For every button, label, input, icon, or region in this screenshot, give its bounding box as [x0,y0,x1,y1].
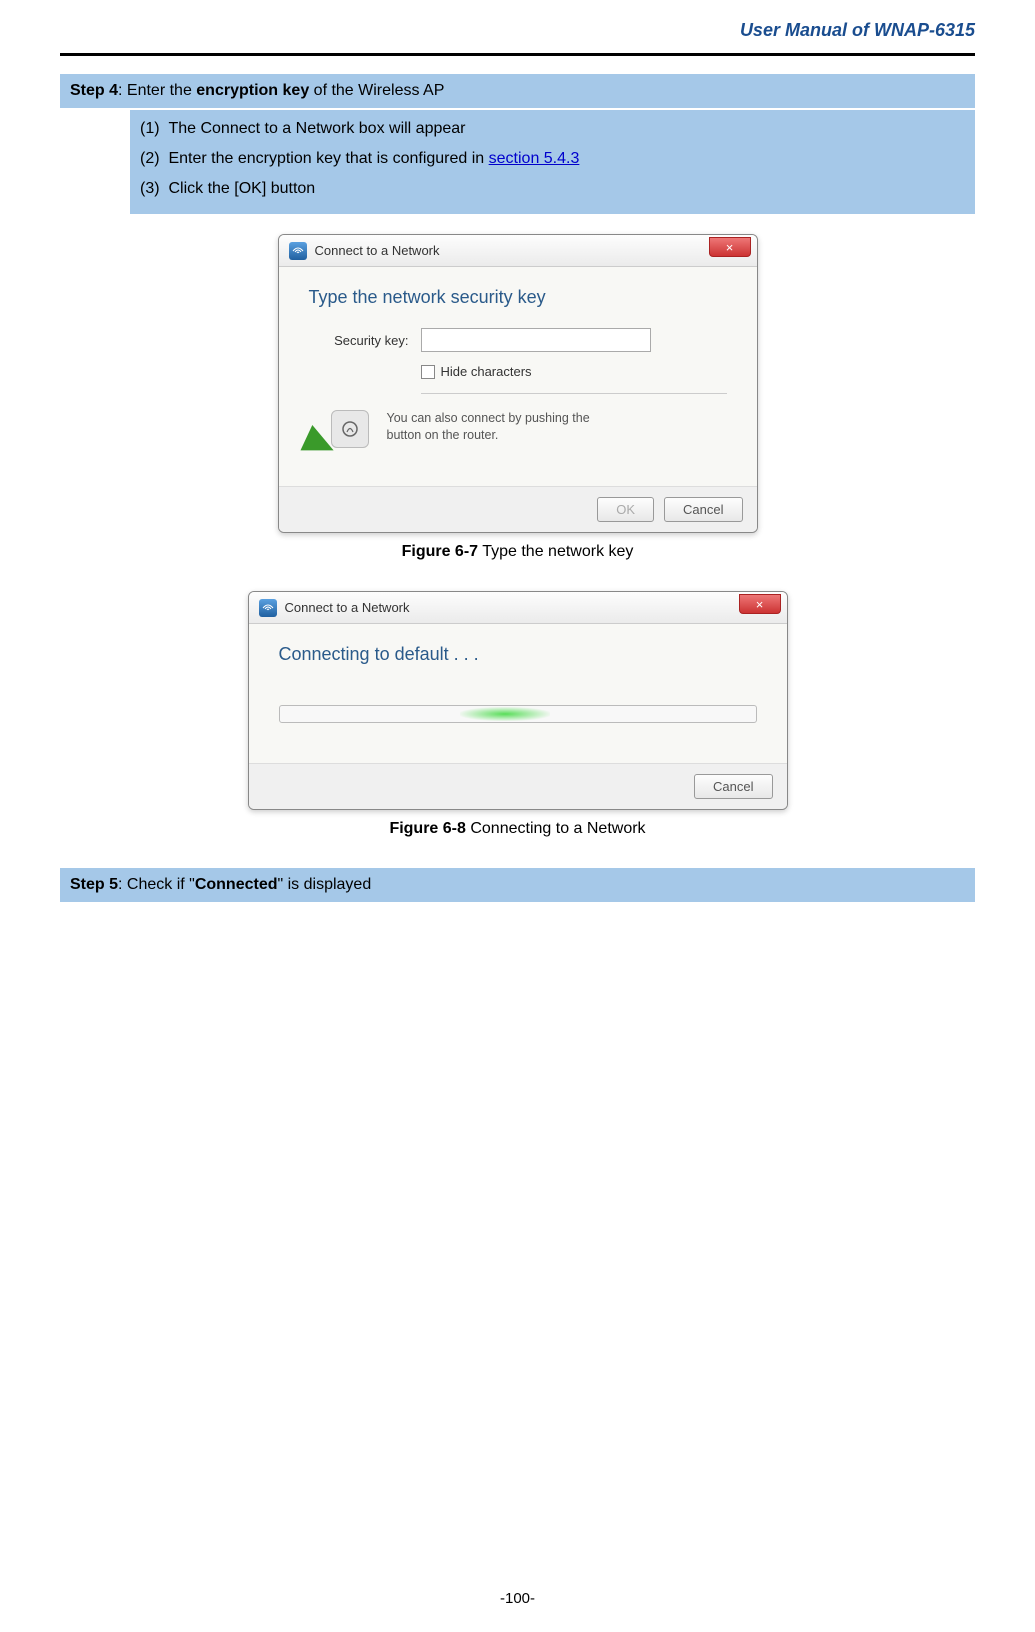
page-header: User Manual of WNAP-6315 [60,20,975,56]
step4-item1-text: The Connect to a Network box will appear [168,120,465,137]
step5-bold: Connected [195,876,278,893]
dialog1-container: Connect to a Network × Type the network … [60,234,975,533]
page-number: -100- [0,1590,1035,1607]
step5-post: " is displayed [278,876,372,893]
security-key-label: Security key: [309,333,409,348]
step4-item3-num: (3) [140,180,160,197]
router-hint-text: You can also connect by pushing the butt… [387,410,590,444]
cancel-button[interactable]: Cancel [664,497,742,522]
security-key-input[interactable] [421,328,651,352]
figure2-text: Connecting to a Network [466,820,646,837]
ok-button[interactable]: OK [597,497,654,522]
dialog2-title-bar: Connect to a Network × [249,592,787,624]
network-icon [259,599,277,617]
figure1-text: Type the network key [478,543,633,560]
step4-item2-num: (2) [140,150,160,167]
cancel-button[interactable]: Cancel [694,774,772,799]
close-icon[interactable]: × [739,594,781,614]
dialog1-footer: OK Cancel [279,486,757,532]
dialog1-body: Type the network security key Security k… [279,267,757,486]
dialog2-title: Connect to a Network [285,600,410,615]
figure2-caption: Figure 6-8 Connecting to a Network [60,820,975,838]
progress-pulse [460,707,550,721]
hide-chars-row[interactable]: Hide characters [421,364,727,394]
progress-bar [279,705,757,723]
dialog2-body: Connecting to default . . . [249,624,787,763]
step4-item1-num: (1) [140,120,160,137]
hide-chars-label: Hide characters [441,364,532,379]
figure1-caption: Figure 6-7 Type the network key [60,543,975,561]
step4-label: Step 4 [70,82,118,99]
step4-text-pre: : Enter the [118,82,196,99]
step5-box: Step 5: Check if "Connected" is displaye… [60,868,975,902]
step4-item3-text: Click the [OK] button [168,180,315,197]
connecting-heading: Connecting to default . . . [279,644,757,665]
hide-chars-checkbox[interactable] [421,365,435,379]
network-icon [289,242,307,260]
dialog2-container: Connect to a Network × Connecting to def… [60,591,975,810]
close-icon[interactable]: × [709,237,751,257]
connecting-dialog: Connect to a Network × Connecting to def… [248,591,788,810]
dialog1-title: Connect to a Network [315,243,440,258]
step4-bold: encryption key [196,82,309,99]
step4-box: Step 4: Enter the encryption key of the … [60,74,975,108]
router-hint: You can also connect by pushing the butt… [309,394,727,476]
figure1-label: Figure 6-7 [402,543,478,560]
step5-label: Step 5 [70,876,118,893]
dialog1-title-bar: Connect to a Network × [279,235,757,267]
step4-sublist: (1) The Connect to a Network box will ap… [130,110,975,214]
step5-pre: : Check if " [118,876,195,893]
step4-item2-text: Enter the encryption key that is configu… [168,150,488,167]
step4-text-post: of the Wireless AP [309,82,444,99]
connect-network-dialog: Connect to a Network × Type the network … [278,234,758,533]
step4-item2-link[interactable]: section 5.4.3 [489,150,580,167]
figure2-label: Figure 6-8 [389,820,465,837]
dialog1-heading: Type the network security key [309,287,727,308]
router-icon [309,410,369,460]
dialog2-footer: Cancel [249,763,787,809]
